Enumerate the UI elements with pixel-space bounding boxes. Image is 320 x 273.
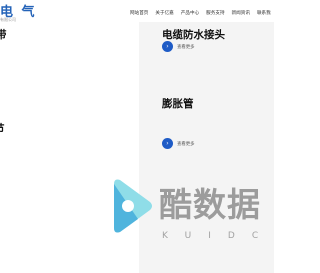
view-more-link[interactable]: › 查看更多 <box>162 41 195 52</box>
watermark-text-en: KUIDC <box>162 231 276 241</box>
arrow-right-icon: › <box>162 138 173 149</box>
view-more-label: 查看更多 <box>177 141 195 147</box>
product-title[interactable]: 膨胀管 <box>162 96 194 111</box>
product-title[interactable]: 带 <box>0 27 7 42</box>
nav-item-service[interactable]: 服务支持 <box>206 10 224 18</box>
watermark-text-cn: 酷数据 <box>159 185 261 224</box>
kuidc-logo-icon <box>114 179 152 233</box>
product-title[interactable]: 电缆防水接头 <box>162 27 225 42</box>
product-title[interactable]: 节 <box>0 121 5 136</box>
watermark: 酷数据 KUIDC <box>104 176 260 256</box>
arrow-right-icon: › <box>162 41 173 52</box>
nav-item-products[interactable]: 产品中心 <box>181 10 199 18</box>
nav-item-about[interactable]: 关于亿嘉 <box>155 10 173 18</box>
nav-item-contact[interactable]: 联系我 <box>257 10 271 18</box>
view-more-label: 查看更多 <box>177 44 195 50</box>
view-more-link[interactable]: › 查看更多 <box>162 138 195 149</box>
nav-item-news[interactable]: 新闻资讯 <box>232 10 250 18</box>
nav-item-home[interactable]: 网站首页 <box>130 10 148 18</box>
main-nav: 网站首页 关于亿嘉 产品中心 服务支持 新闻资讯 联系我 <box>130 10 278 18</box>
